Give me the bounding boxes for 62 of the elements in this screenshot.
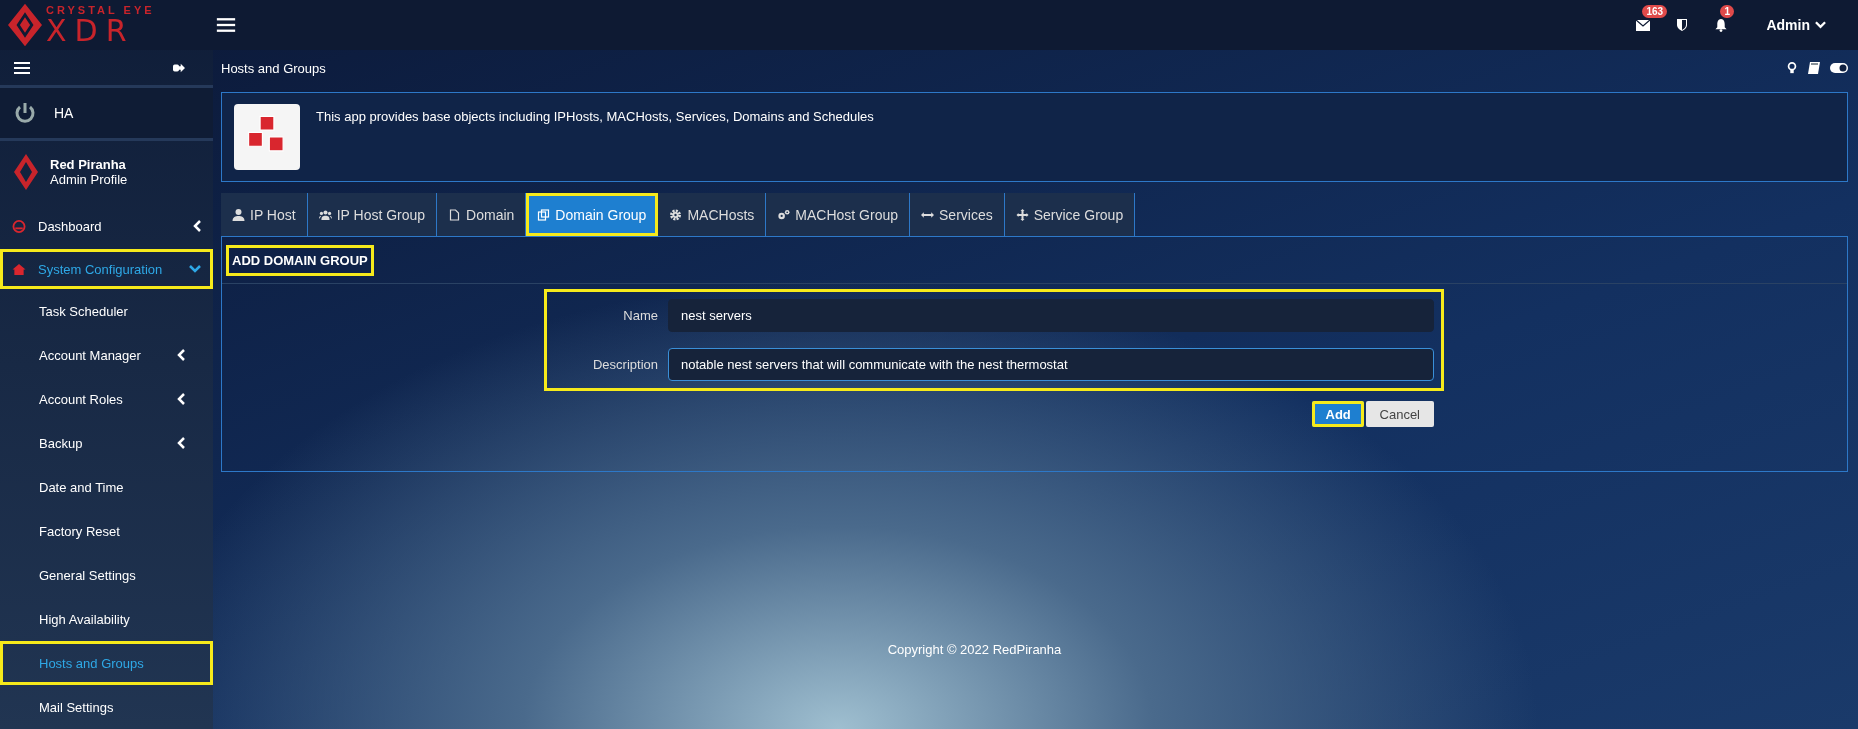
count-badge: 163	[1642, 4, 1668, 18]
sidebar-item[interactable]: Dashboard	[0, 206, 213, 246]
menu-icon[interactable]	[14, 60, 30, 75]
input-field[interactable]: notable nest servers that will communicate with the nest thermostat	[668, 348, 1434, 381]
gears-icon	[777, 208, 791, 221]
sidebar-subitem[interactable]: General Settings	[0, 553, 213, 597]
users-icon	[318, 208, 332, 221]
sign-out-icon[interactable]	[173, 61, 185, 74]
logo-icon	[8, 3, 42, 47]
profile-logo-icon	[14, 154, 38, 190]
tab[interactable]: Services	[910, 193, 1005, 236]
sidebar-subitem[interactable]: Account Manager	[0, 333, 213, 377]
bell-icon[interactable]	[1714, 18, 1729, 32]
sidebar-subitem[interactable]: Hosts and Groups	[0, 641, 213, 685]
power-icon	[14, 102, 36, 124]
brand-tagline: CRYSTAL EYE	[46, 4, 155, 16]
sidebar-subitem[interactable]: Backup	[0, 421, 213, 465]
menu-icon[interactable]	[216, 17, 236, 33]
chevron-left-icon	[193, 220, 201, 232]
tab[interactable]: Domain Group	[526, 193, 659, 236]
sidebar-subitem[interactable]: Factory Reset	[0, 509, 213, 553]
count-badge: 1	[1720, 4, 1734, 18]
tab[interactable]: MACHosts	[658, 193, 767, 236]
tab[interactable]: IP Host Group	[307, 193, 438, 236]
copy-icon	[537, 208, 551, 221]
tab[interactable]: MACHost Group	[766, 193, 910, 236]
sidebar-item[interactable]: System Configuration	[0, 249, 213, 289]
gauge-icon	[12, 219, 26, 233]
sidebar-subitem[interactable]: Date and Time	[0, 465, 213, 509]
form-title: ADD DOMAIN GROUP	[226, 244, 374, 276]
sidebar-subitem[interactable]: High Availability	[0, 597, 213, 641]
chevron-down-icon	[1815, 21, 1826, 29]
book-icon[interactable]	[1808, 62, 1820, 74]
sidebar-subitem[interactable]: Account Roles	[0, 377, 213, 421]
tab[interactable]: IP Host	[221, 193, 308, 236]
file-icon	[448, 208, 462, 221]
cancel-button[interactable]: Cancel	[1365, 401, 1434, 427]
mail-icon[interactable]	[1636, 18, 1651, 32]
user-icon	[232, 208, 245, 221]
profile-name: Red Piranha	[50, 157, 127, 172]
copyright-text: Copyright © 2022 RedPiranha	[887, 642, 1062, 657]
shield-icon[interactable]	[1676, 19, 1689, 31]
brand-name: XDR	[46, 15, 135, 46]
lightbulb-icon[interactable]	[1786, 62, 1798, 74]
power-item[interactable]: HA	[0, 85, 213, 138]
home-icon	[12, 262, 26, 276]
move-icon	[1015, 208, 1029, 221]
sidebar-subitem[interactable]: Task Scheduler	[0, 289, 213, 333]
chevron-down-icon	[189, 265, 201, 273]
user-menu[interactable]: Admin	[1766, 17, 1826, 33]
gear-icon	[669, 208, 683, 221]
input-field[interactable]: nest servers	[668, 299, 1434, 332]
add-button[interactable]: Add	[1311, 401, 1364, 427]
sidebar-subitem[interactable]: Mail Settings	[0, 685, 213, 729]
profile-role: Admin Profile	[50, 172, 128, 187]
field-label: Description	[591, 357, 658, 372]
field-label: Name	[622, 308, 658, 323]
app-description: This app provides base objects including IPHosts, MACHosts, Services, Domains and Schedules	[316, 109, 874, 124]
tab[interactable]: Service Group	[1004, 193, 1136, 236]
page-title: Hosts and Groups	[221, 60, 326, 76]
toggle-icon[interactable]	[1830, 63, 1848, 73]
tab[interactable]: Domain	[437, 193, 527, 236]
